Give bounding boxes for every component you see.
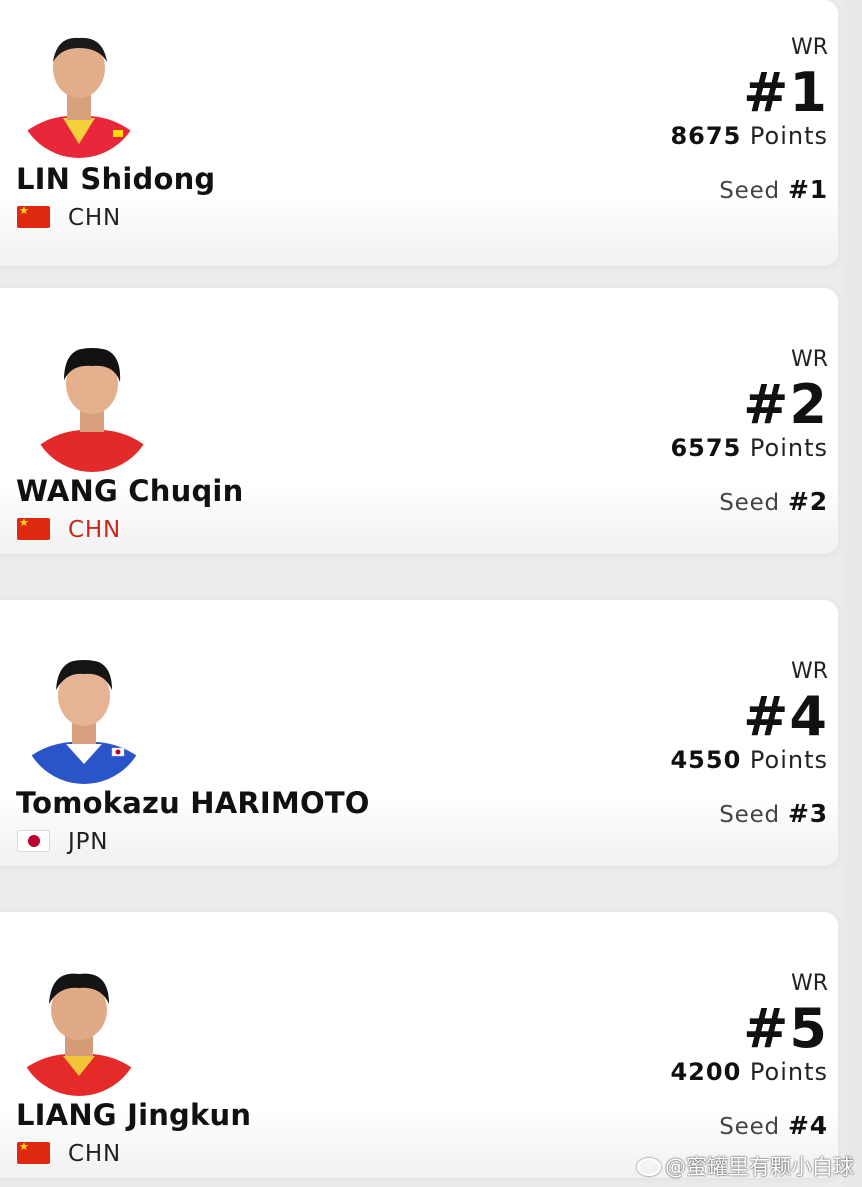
player-country-2: CHN: [68, 517, 121, 543]
points-row-1: 8675 Points: [670, 122, 828, 150]
points-value-4: 4200: [670, 1058, 742, 1086]
wr-label-2: WR: [790, 347, 828, 372]
player-photo-3: [22, 660, 146, 784]
points-row-3: 4550 Points: [670, 746, 828, 774]
china-flag-icon: [17, 1142, 50, 1164]
player-country-3: JPN: [68, 829, 109, 855]
rankings-page: LIN Shidong CHN WR #1 8675 Points Seed #…: [0, 0, 862, 1187]
wr-label-4: WR: [790, 971, 828, 996]
world-rank-4: #5: [743, 997, 828, 1060]
player-photo-4: [17, 972, 141, 1096]
seed-row-2: Seed #2: [719, 487, 828, 516]
points-label-2: Points: [749, 434, 828, 462]
china-flag-icon: [17, 518, 50, 540]
player-name-1[interactable]: LIN Shidong: [16, 162, 215, 196]
japan-flag-icon: [17, 830, 50, 852]
player-name-4[interactable]: LIANG Jingkun: [16, 1098, 251, 1132]
seed-value-2: #2: [788, 487, 828, 516]
points-label-1: Points: [749, 122, 828, 150]
wr-label-1: WR: [790, 35, 828, 60]
seed-value-4: #4: [788, 1111, 828, 1140]
points-label-4: Points: [749, 1058, 828, 1086]
world-rank-1: #1: [743, 61, 828, 124]
seed-label-2: Seed: [719, 490, 780, 516]
points-value-2: 6575: [670, 434, 742, 462]
watermark-text: @蜜罐里有颗小白球: [665, 1155, 854, 1179]
seed-value-3: #3: [788, 799, 828, 828]
seed-label-3: Seed: [719, 802, 780, 828]
points-label-3: Points: [749, 746, 828, 774]
points-value-3: 4550: [670, 746, 742, 774]
seed-label-1: Seed: [719, 178, 780, 204]
player-avatar-icon: [17, 34, 141, 158]
points-row-2: 6575 Points: [670, 434, 828, 462]
player-country-1: CHN: [68, 205, 121, 231]
watermark: @蜜罐里有颗小白球: [637, 1151, 854, 1181]
player-avatar-icon: [30, 348, 154, 472]
china-flag-icon: [17, 206, 50, 228]
seed-label-4: Seed: [719, 1114, 780, 1140]
world-rank-2: #2: [743, 373, 828, 436]
seed-row-4: Seed #4: [719, 1111, 828, 1140]
seed-row-1: Seed #1: [719, 175, 828, 204]
player-avatar-icon: [22, 660, 146, 784]
player-avatar-icon: [17, 972, 141, 1096]
wr-label-3: WR: [790, 659, 828, 684]
player-name-3[interactable]: Tomokazu HARIMOTO: [16, 786, 370, 820]
world-rank-3: #4: [743, 685, 828, 748]
scrollbar[interactable]: [844, 0, 862, 1187]
seed-row-3: Seed #3: [719, 799, 828, 828]
player-photo-1: [17, 34, 141, 158]
seed-value-1: #1: [788, 175, 828, 204]
points-value-1: 8675: [670, 122, 742, 150]
points-row-4: 4200 Points: [670, 1058, 828, 1086]
player-photo-2: [30, 348, 154, 472]
weibo-icon: [637, 1158, 661, 1176]
player-name-2[interactable]: WANG Chuqin: [16, 474, 243, 508]
player-country-4: CHN: [68, 1141, 121, 1167]
